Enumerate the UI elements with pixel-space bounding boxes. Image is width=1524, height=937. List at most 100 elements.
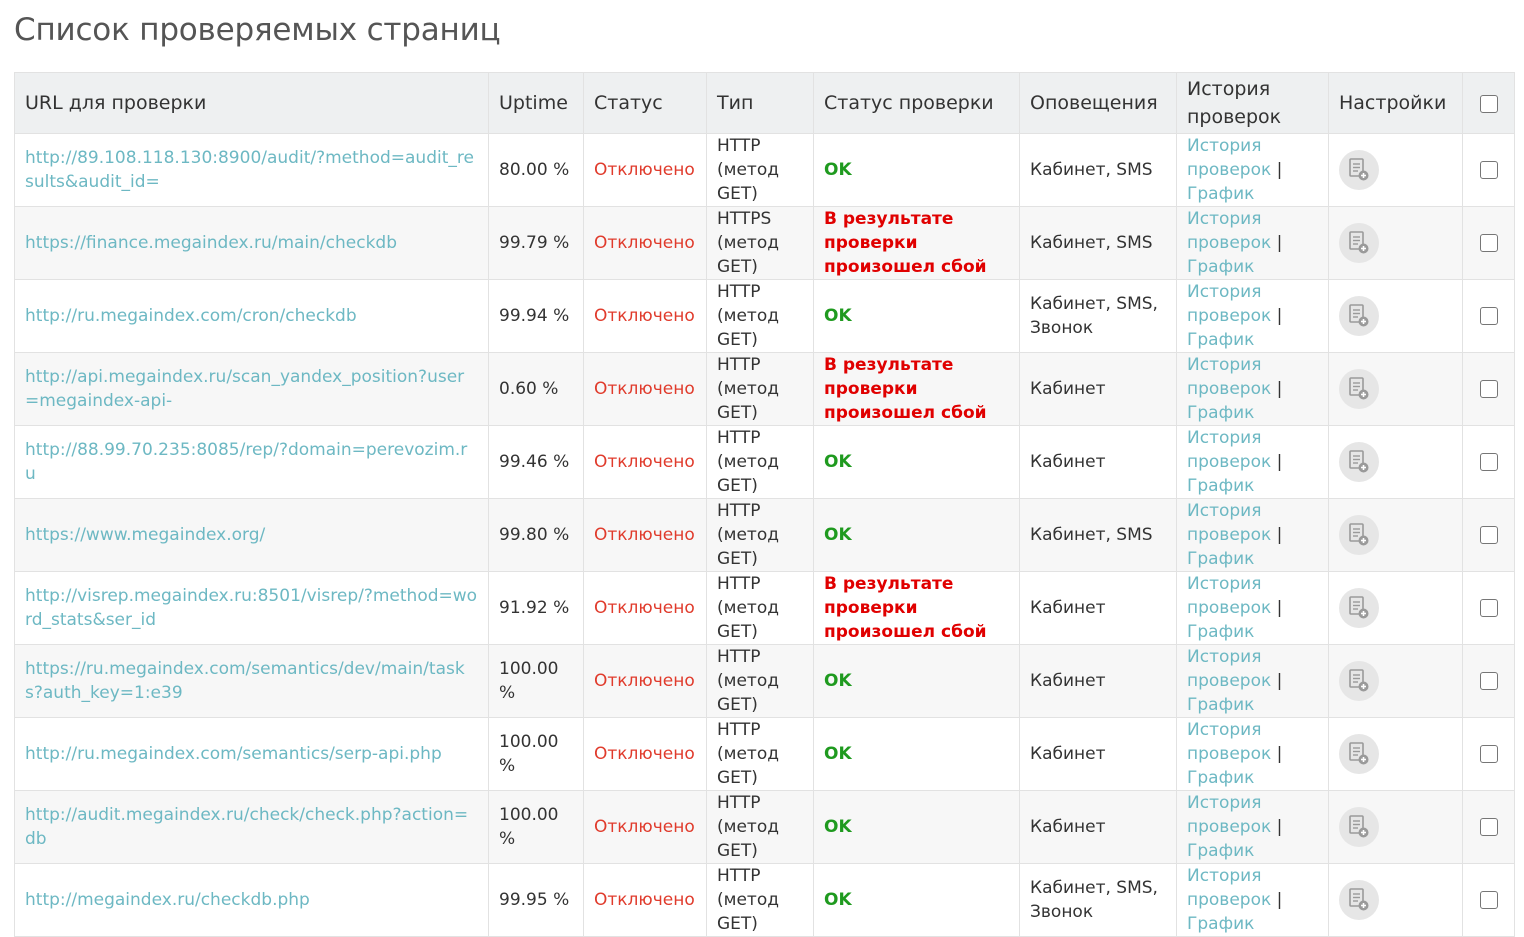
chart-link[interactable]: График [1187, 549, 1254, 569]
url-link[interactable]: https://finance.megaindex.ru/main/checkd… [25, 233, 397, 253]
history-link[interactable]: История проверок [1187, 428, 1271, 472]
chart-link[interactable]: График [1187, 695, 1254, 715]
settings-button[interactable] [1339, 515, 1379, 555]
history-link[interactable]: История проверок [1187, 136, 1271, 180]
history-link[interactable]: История проверок [1187, 355, 1271, 399]
settings-button[interactable] [1339, 880, 1379, 920]
status-cell: Отключено [583, 352, 707, 426]
notifications-cell: Кабинет [1019, 644, 1177, 718]
history-separator: | [1276, 306, 1283, 326]
settings-cell [1328, 425, 1463, 499]
chart-link[interactable]: График [1187, 184, 1254, 204]
row-checkbox[interactable] [1479, 453, 1498, 471]
check-status-cell: В результате проверки произошел сбой [813, 206, 1020, 280]
history-link[interactable]: История проверок [1187, 574, 1271, 618]
chart-link[interactable]: График [1187, 622, 1254, 642]
notifications-cell: Кабинет [1019, 571, 1177, 645]
select-cell [1462, 644, 1515, 718]
uptime-cell: 99.94 % [488, 279, 584, 353]
url-link[interactable]: http://ru.megaindex.com/cron/checkdb [25, 306, 357, 326]
check-status-cell: OK [813, 863, 1020, 937]
url-link[interactable]: https://www.megaindex.org/ [25, 525, 265, 545]
uptime-cell: 0.60 % [488, 352, 584, 426]
select-cell [1462, 425, 1515, 499]
url-link[interactable]: http://ru.megaindex.com/semantics/serp-a… [25, 744, 442, 764]
col-header-status: Статус [583, 72, 707, 134]
row-checkbox[interactable] [1479, 161, 1498, 179]
settings-cell [1328, 498, 1463, 572]
url-link[interactable]: https://ru.megaindex.com/semantics/dev/m… [25, 659, 465, 703]
row-checkbox[interactable] [1479, 891, 1498, 909]
chart-link[interactable]: График [1187, 841, 1254, 861]
settings-button[interactable] [1339, 588, 1379, 628]
status-cell: Отключено [583, 279, 707, 353]
col-header-history: История проверок [1176, 72, 1329, 134]
notifications-cell: Кабинет, SMS, Звонок [1019, 863, 1177, 937]
chart-link[interactable]: График [1187, 257, 1254, 277]
history-separator: | [1276, 817, 1283, 837]
check-status-cell: OK [813, 279, 1020, 353]
history-cell: История проверок | График [1176, 206, 1329, 280]
row-checkbox[interactable] [1479, 307, 1498, 325]
url-link[interactable]: http://megaindex.ru/checkdb.php [25, 890, 310, 910]
settings-cell [1328, 571, 1463, 645]
row-checkbox[interactable] [1479, 380, 1498, 398]
row-checkbox[interactable] [1479, 745, 1498, 763]
type-cell: HTTP (метод GET) [706, 717, 814, 791]
chart-link[interactable]: График [1187, 476, 1254, 496]
url-cell: https://finance.megaindex.ru/main/checkd… [14, 206, 489, 280]
type-cell: HTTP (метод GET) [706, 279, 814, 353]
url-cell: http://89.108.118.130:8900/audit/?method… [14, 133, 489, 207]
history-separator: | [1276, 744, 1283, 764]
settings-button[interactable] [1339, 442, 1379, 482]
chart-link[interactable]: График [1187, 914, 1254, 934]
history-link[interactable]: История проверок [1187, 720, 1271, 764]
history-link[interactable]: История проверок [1187, 866, 1271, 910]
history-link[interactable]: История проверок [1187, 209, 1271, 253]
url-link[interactable]: http://visrep.megaindex.ru:8501/visrep/?… [25, 586, 477, 630]
table-row: http://audit.megaindex.ru/check/check.ph… [14, 790, 1515, 864]
history-separator: | [1276, 160, 1283, 180]
col-header-check-status: Статус проверки [813, 72, 1020, 134]
settings-button[interactable] [1339, 296, 1379, 336]
url-link[interactable]: http://89.108.118.130:8900/audit/?method… [25, 148, 474, 192]
settings-button[interactable] [1339, 223, 1379, 263]
notifications-cell: Кабинет, SMS [1019, 133, 1177, 207]
uptime-cell: 100.00 % [488, 644, 584, 718]
row-checkbox[interactable] [1479, 599, 1498, 617]
history-link[interactable]: История проверок [1187, 501, 1271, 545]
table-body: http://89.108.118.130:8900/audit/?method… [14, 133, 1515, 937]
settings-button[interactable] [1339, 369, 1379, 409]
url-link[interactable]: http://api.megaindex.ru/scan_yandex_posi… [25, 367, 464, 411]
chart-link[interactable]: График [1187, 768, 1254, 788]
settings-cell [1328, 790, 1463, 864]
url-cell: http://88.99.70.235:8085/rep/?domain=per… [14, 425, 489, 499]
notifications-cell: Кабинет, SMS [1019, 206, 1177, 280]
col-header-settings: Настройки [1328, 72, 1463, 134]
row-checkbox[interactable] [1479, 818, 1498, 836]
uptime-cell: 99.79 % [488, 206, 584, 280]
settings-button[interactable] [1339, 807, 1379, 847]
row-checkbox[interactable] [1479, 526, 1498, 544]
select-all-checkbox[interactable] [1479, 94, 1498, 113]
history-cell: История проверок | График [1176, 863, 1329, 937]
settings-button[interactable] [1339, 734, 1379, 774]
table-row: http://megaindex.ru/checkdb.php 99.95 % От… [14, 863, 1515, 937]
notifications-cell: Кабинет [1019, 717, 1177, 791]
url-link[interactable]: http://88.99.70.235:8085/rep/?domain=per… [25, 440, 467, 484]
col-header-select [1462, 72, 1515, 134]
row-checkbox[interactable] [1479, 234, 1498, 252]
history-link[interactable]: История проверок [1187, 647, 1271, 691]
url-link[interactable]: http://audit.megaindex.ru/check/check.ph… [25, 805, 468, 849]
chart-link[interactable]: График [1187, 403, 1254, 423]
history-link[interactable]: История проверок [1187, 282, 1271, 326]
pages-table: URL для проверки Uptime Статус Тип Стату… [14, 72, 1515, 937]
history-link[interactable]: История проверок [1187, 793, 1271, 837]
type-cell: HTTP (метод GET) [706, 498, 814, 572]
settings-button[interactable] [1339, 661, 1379, 701]
select-cell [1462, 717, 1515, 791]
settings-button[interactable] [1339, 150, 1379, 190]
chart-link[interactable]: График [1187, 330, 1254, 350]
uptime-cell: 99.95 % [488, 863, 584, 937]
row-checkbox[interactable] [1479, 672, 1498, 690]
